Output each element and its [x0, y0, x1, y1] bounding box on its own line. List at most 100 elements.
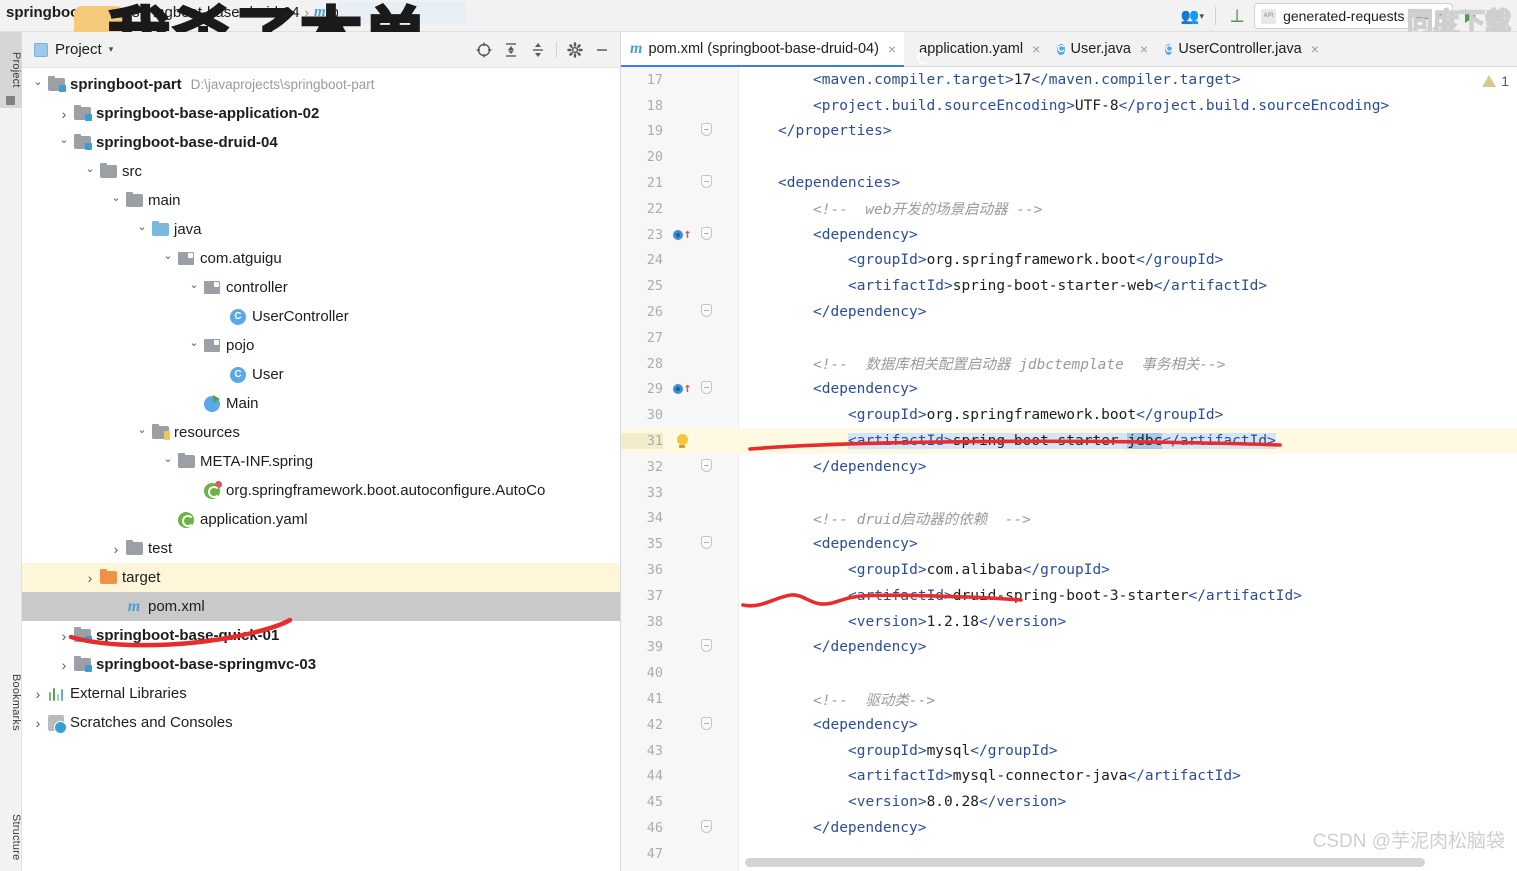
chevron-right-icon[interactable]	[56, 657, 72, 673]
code-line-32[interactable]: 32 </dependency>	[621, 454, 1517, 480]
chevron-down-icon[interactable]	[30, 78, 46, 91]
chevron-down-icon[interactable]	[134, 223, 150, 236]
code-line-33[interactable]: 33	[621, 480, 1517, 506]
code-line-39[interactable]: 39 </dependency>	[621, 635, 1517, 661]
code-line-23[interactable]: 23 ↑ <dependency>	[621, 222, 1517, 248]
chevron-down-icon[interactable]	[186, 281, 202, 294]
tree-node-springboot-part[interactable]: springboot-part D:\javaprojects\springboo…	[22, 70, 620, 99]
chevron-down-icon[interactable]	[160, 455, 176, 468]
tree-node-java[interactable]: java	[22, 215, 620, 244]
chevron-down-icon[interactable]: ▾	[109, 44, 114, 55]
editor-tab-application-yaml[interactable]: application.yaml ×	[904, 32, 1048, 66]
chevron-right-icon[interactable]	[108, 541, 124, 557]
code-line-34[interactable]: 34 <!-- druid启动器的依赖 -->	[621, 506, 1517, 532]
project-panel-title-group[interactable]: Project ▾	[34, 41, 113, 58]
code-fold-marker[interactable]	[697, 381, 715, 397]
tree-node-springboot-base-springmvc-03[interactable]: springboot-base-springmvc-03	[22, 650, 620, 679]
code-view[interactable]: 17 <maven.compiler.target>17</maven.compi…	[621, 67, 1517, 871]
code-line-21[interactable]: 21 <dependencies>	[621, 170, 1517, 196]
users-button[interactable]: 👥 ▾	[1178, 3, 1207, 29]
chevron-right-icon[interactable]	[82, 570, 98, 586]
code-fold-marker[interactable]	[697, 175, 715, 191]
code-line-27[interactable]: 27	[621, 325, 1517, 351]
chevron-right-icon[interactable]	[30, 686, 46, 702]
select-opened-file-button[interactable]	[472, 38, 496, 62]
code-line-22[interactable]: 22 <!-- web开发的场景启动器 -->	[621, 196, 1517, 222]
editor-tab-user-java[interactable]: C User.java ×	[1048, 32, 1156, 66]
dependency-update-icon[interactable]: ↑	[669, 227, 695, 243]
stripe-item-structure[interactable]: Structure	[0, 792, 22, 871]
code-fold-marker[interactable]	[697, 639, 715, 655]
tree-node-user[interactable]: C User	[22, 360, 620, 389]
run-button[interactable]	[1457, 3, 1483, 29]
code-line-38[interactable]: 38 <version>1.2.18</version>	[621, 609, 1517, 635]
code-line-37[interactable]: 37 <artifactId>druid-spring-boot-3-starte…	[621, 583, 1517, 609]
tree-node-test[interactable]: test	[22, 534, 620, 563]
code-line-40[interactable]: 40	[621, 660, 1517, 686]
code-line-45[interactable]: 45 <version>8.0.28</version>	[621, 789, 1517, 815]
code-line-28[interactable]: 28 <!-- 数据库相关配置启动器 jdbctemplate 事务相关-->	[621, 351, 1517, 377]
tree-node-com-atguigu[interactable]: com.atguigu	[22, 244, 620, 273]
code-line-42[interactable]: 42 <dependency>	[621, 712, 1517, 738]
tree-node-usercontroller[interactable]: C UserController	[22, 302, 620, 331]
stripe-item-bookmarks[interactable]: Bookmarks	[0, 652, 22, 752]
tree-node-org-springframework-boot-autoconfigure-autoco[interactable]: org.springframework.boot.autoconfigure.A…	[22, 476, 620, 505]
code-line-30[interactable]: 30 <groupId>org.springframework.boot</gro…	[621, 402, 1517, 428]
tree-node-springboot-base-application-02[interactable]: springboot-base-application-02	[22, 99, 620, 128]
inspection-widget[interactable]: 1	[1482, 73, 1509, 89]
chevron-down-icon[interactable]	[56, 136, 72, 149]
more-actions-button[interactable]: ▾	[1487, 3, 1513, 29]
tree-node-resources[interactable]: resources	[22, 418, 620, 447]
code-fold-marker[interactable]	[697, 820, 715, 836]
code-line-24[interactable]: 24 <groupId>org.springframework.boot</gro…	[621, 248, 1517, 274]
tree-node-main[interactable]: Main	[22, 389, 620, 418]
editor-tab-usercontroller-java[interactable]: C UserController.java ×	[1156, 32, 1327, 66]
chevron-right-icon[interactable]	[56, 106, 72, 122]
chevron-down-icon[interactable]	[160, 252, 176, 265]
code-line-20[interactable]: 20	[621, 144, 1517, 170]
code-line-43[interactable]: 43 <groupId>mysql</groupId>	[621, 738, 1517, 764]
horizontal-scrollbar[interactable]	[745, 858, 1425, 867]
code-line-44[interactable]: 44 <artifactId>mysql-connector-java</arti…	[621, 764, 1517, 790]
chevron-down-icon[interactable]	[108, 194, 124, 207]
code-line-41[interactable]: 41 <!-- 驱动类-->	[621, 686, 1517, 712]
code-line-46[interactable]: 46 </dependency>	[621, 815, 1517, 841]
hide-panel-button[interactable]	[590, 38, 614, 62]
tree-node-controller[interactable]: controller	[22, 273, 620, 302]
tree-node-external-libraries[interactable]: External Libraries	[22, 679, 620, 708]
run-configuration-selector[interactable]: API generated-requests | #4 ▾	[1254, 3, 1453, 29]
code-fold-marker[interactable]	[697, 458, 715, 475]
collapse-all-button[interactable]	[526, 38, 550, 62]
chevron-right-icon[interactable]	[30, 715, 46, 731]
code-line-19[interactable]: 19 </properties>	[621, 119, 1517, 145]
code-lines[interactable]: 17 <maven.compiler.target>17</maven.compi…	[621, 67, 1517, 867]
code-line-29[interactable]: 29 ↑ <dependency>	[621, 377, 1517, 403]
tree-node-springboot-base-quick-01[interactable]: springboot-base-quick-01	[22, 621, 620, 650]
code-fold-marker[interactable]	[697, 123, 715, 139]
code-line-26[interactable]: 26 </dependency>	[621, 299, 1517, 325]
code-line-35[interactable]: 35 <dependency>	[621, 531, 1517, 557]
close-icon[interactable]: ×	[888, 41, 896, 57]
editor-tabs[interactable]: m pom.xml (springboot-base-druid-04) × appl…	[621, 32, 1517, 67]
tree-node-pom-xml[interactable]: m pom.xml	[22, 592, 620, 621]
code-line-18[interactable]: 18 <project.build.sourceEncoding>UTF-8</p…	[621, 93, 1517, 119]
chevron-right-icon[interactable]	[56, 628, 72, 644]
chevron-down-icon[interactable]	[186, 339, 202, 352]
code-fold-marker[interactable]	[697, 304, 715, 320]
code-fold-marker[interactable]	[697, 716, 715, 733]
project-tree[interactable]: springboot-part D:\javaprojects\springboo…	[22, 68, 620, 871]
code-line-17[interactable]: 17 <maven.compiler.target>17</maven.compi…	[621, 67, 1517, 93]
tree-node-meta-inf-spring[interactable]: META-INF.spring	[22, 447, 620, 476]
settings-button[interactable]	[563, 38, 587, 62]
tree-node-src[interactable]: src	[22, 157, 620, 186]
close-icon[interactable]: ×	[1032, 41, 1040, 57]
code-fold-marker[interactable]	[697, 536, 715, 552]
code-line-31[interactable]: 31 <artifactId>spring-boot-starter-jdbc</…	[621, 428, 1517, 454]
tree-node-springboot-base-druid-04[interactable]: springboot-base-druid-04	[22, 128, 620, 157]
intention-bulb-icon[interactable]	[669, 433, 695, 449]
dependency-update-icon[interactable]: ↑	[669, 381, 695, 397]
tree-node-target[interactable]: target	[22, 563, 620, 592]
chevron-down-icon[interactable]	[82, 165, 98, 178]
tree-node-scratches-and-consoles[interactable]: Scratches and Consoles	[22, 708, 620, 737]
tree-node-application-yaml[interactable]: application.yaml	[22, 505, 620, 534]
